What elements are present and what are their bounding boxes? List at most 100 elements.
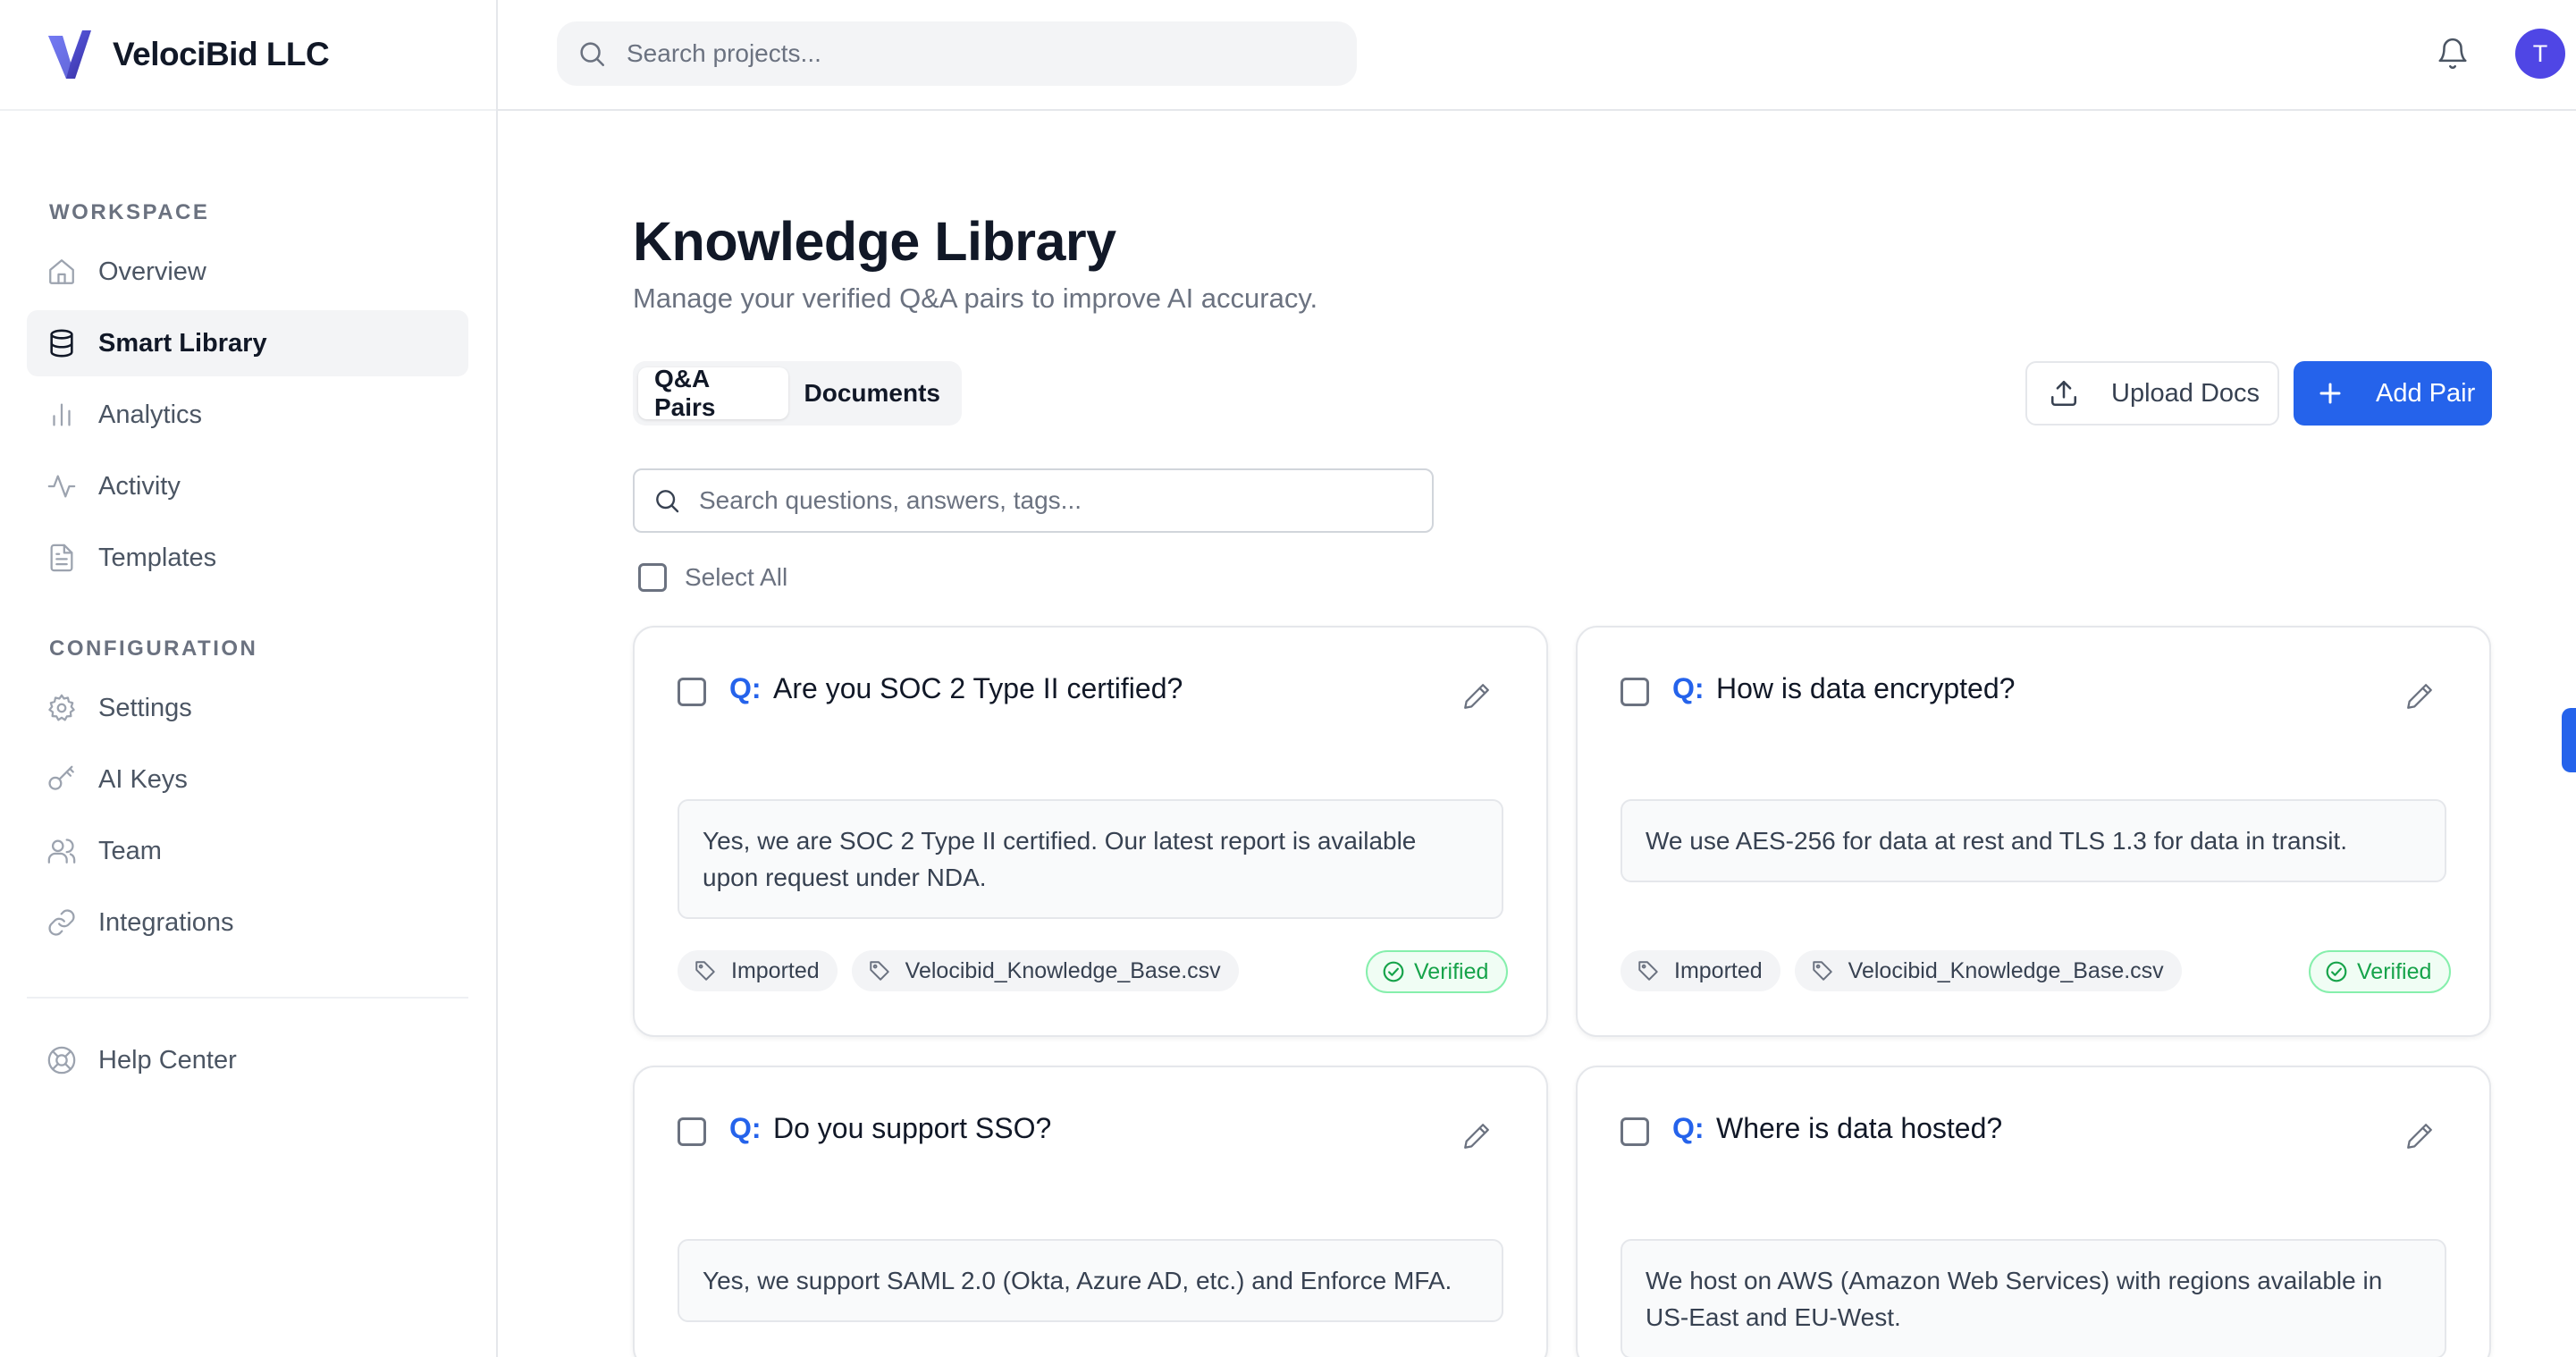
sidebar-item-help-center[interactable]: Help Center [27, 1027, 468, 1093]
qa-card-checkbox[interactable] [1621, 1117, 1649, 1146]
select-all[interactable]: Select All [638, 563, 787, 592]
tab-qa-pairs[interactable]: Q&A Pairs [638, 365, 788, 421]
workspace-section-label: WORKSPACE [49, 200, 210, 224]
check-circle-icon [1383, 961, 1404, 982]
tag-icon [869, 961, 889, 981]
sidebar-item-label: AI Keys [98, 764, 188, 794]
tag-list: Imported Velocibid_Knowledge_Base.csv [678, 950, 1239, 991]
sidebar-item-label: Smart Library [98, 328, 267, 358]
database-icon [50, 329, 73, 358]
question-text: How is data encrypted? [1716, 672, 2016, 704]
qa-card: Q: How is data encrypted? We use AES-256… [1576, 626, 2491, 1037]
topbar: T [498, 0, 2576, 111]
sidebar-item-team[interactable]: Team [27, 818, 468, 884]
status-badge: Verified [2309, 950, 2452, 993]
tag-list: Imported Velocibid_Knowledge_Base.csv [1621, 950, 2182, 991]
question-text: Are you SOC 2 Type II certified? [773, 672, 1183, 704]
sidebar: VelociBid LLC WORKSPACE Overview Smart L… [0, 0, 498, 1357]
page-title: Knowledge Library [633, 211, 1116, 272]
sidebar-item-settings[interactable]: Settings [27, 675, 468, 741]
qa-card: Q: Are you SOC 2 Type II certified? Yes,… [633, 626, 1548, 1037]
upload-docs-label: Upload Docs [2111, 378, 2260, 408]
sidebar-item-templates[interactable]: Templates [27, 525, 468, 591]
file-text-icon [50, 544, 73, 572]
pencil-icon[interactable] [1461, 681, 1492, 712]
upload-docs-button[interactable]: Upload Docs [2025, 361, 2279, 426]
brand-name: VelociBid LLC [113, 36, 330, 72]
sidebar-item-label: Analytics [98, 400, 203, 429]
side-feedback-tab[interactable] [2562, 708, 2576, 772]
project-search-input[interactable] [627, 39, 1342, 68]
pencil-icon[interactable] [2404, 681, 2435, 712]
sidebar-item-analytics[interactable]: Analytics [27, 382, 468, 448]
velocibid-logo-icon [48, 30, 91, 79]
sidebar-item-label: Team [98, 836, 162, 865]
tag-icon [1638, 961, 1658, 981]
link-icon [48, 909, 75, 936]
life-buoy-icon [47, 1046, 76, 1075]
home-icon [49, 259, 74, 284]
tag-label: Imported [731, 957, 820, 983]
search-icon [656, 490, 679, 513]
tag-label: Imported [1674, 957, 1763, 983]
tag-chip[interactable]: Velocibid_Knowledge_Base.csv [851, 950, 1239, 991]
pencil-icon[interactable] [1461, 1121, 1492, 1151]
sidebar-divider [27, 997, 468, 999]
check-circle-icon [2326, 961, 2347, 982]
question-prefix: Q: [729, 672, 762, 704]
question-prefix: Q: [729, 1112, 762, 1144]
library-search[interactable] [633, 468, 1434, 533]
tag-label: Velocibid_Knowledge_Base.csv [1848, 957, 2164, 983]
project-search[interactable] [557, 21, 1357, 86]
library-search-input[interactable] [699, 486, 1432, 515]
avatar[interactable]: T [2515, 29, 2565, 79]
view-tabs: Q&A Pairs Documents [633, 361, 962, 426]
sidebar-item-ai-keys[interactable]: AI Keys [27, 746, 468, 813]
answer-text: Yes, we support SAML 2.0 (Okta, Azure AD… [678, 1239, 1503, 1322]
status-label: Verified [1414, 958, 1489, 984]
bar-chart-icon [53, 403, 71, 426]
brand-header[interactable]: VelociBid LLC [0, 0, 496, 111]
tag-chip[interactable]: Imported [678, 950, 838, 991]
answer-text: Yes, we are SOC 2 Type II certified. Our… [678, 799, 1503, 919]
search-icon [580, 42, 605, 67]
activity-icon [47, 475, 76, 498]
pencil-icon[interactable] [2404, 1121, 2435, 1151]
sidebar-item-smart-library[interactable]: Smart Library [27, 310, 468, 376]
select-all-label: Select All [685, 563, 788, 591]
tag-chip[interactable]: Imported [1621, 950, 1780, 991]
qa-card: Q: Do you support SSO? Yes, we support S… [633, 1066, 1548, 1357]
tab-documents[interactable]: Documents [788, 367, 956, 419]
question-prefix: Q: [1672, 1112, 1705, 1144]
sidebar-item-activity[interactable]: Activity [27, 453, 468, 519]
answer-text: We host on AWS (Amazon Web Services) wit… [1621, 1239, 2446, 1357]
upload-icon [2050, 380, 2077, 407]
tag-icon [1812, 961, 1832, 981]
sidebar-item-overview[interactable]: Overview [27, 239, 468, 305]
tag-label: Velocibid_Knowledge_Base.csv [905, 957, 1221, 983]
add-pair-button[interactable]: Add Pair [2294, 361, 2492, 426]
qa-card-checkbox[interactable] [678, 1117, 706, 1146]
sidebar-item-label: Activity [98, 471, 181, 501]
tag-chip[interactable]: Velocibid_Knowledge_Base.csv [1794, 950, 2182, 991]
answer-text: We use AES-256 for data at rest and TLS … [1621, 799, 2446, 882]
configuration-section-label: CONFIGURATION [49, 636, 258, 661]
qa-card-checkbox[interactable] [1621, 678, 1649, 706]
select-all-checkbox[interactable] [638, 563, 667, 592]
sidebar-item-label: Settings [98, 693, 192, 722]
question-prefix: Q: [1672, 672, 1705, 704]
plus-icon [2319, 383, 2341, 404]
sidebar-item-integrations[interactable]: Integrations [27, 889, 468, 956]
qa-card-checkbox[interactable] [678, 678, 706, 706]
question-text: Where is data hosted? [1716, 1112, 2003, 1144]
tag-icon [695, 961, 715, 981]
sidebar-item-label: Help Center [98, 1045, 237, 1075]
gear-icon [48, 694, 75, 721]
key-icon [48, 765, 74, 790]
sidebar-item-label: Overview [98, 257, 206, 286]
sidebar-item-label: Integrations [98, 907, 234, 937]
add-pair-label: Add Pair [2376, 378, 2476, 408]
users-icon [47, 839, 76, 864]
status-label: Verified [2357, 958, 2432, 984]
bell-icon[interactable] [2436, 37, 2470, 71]
